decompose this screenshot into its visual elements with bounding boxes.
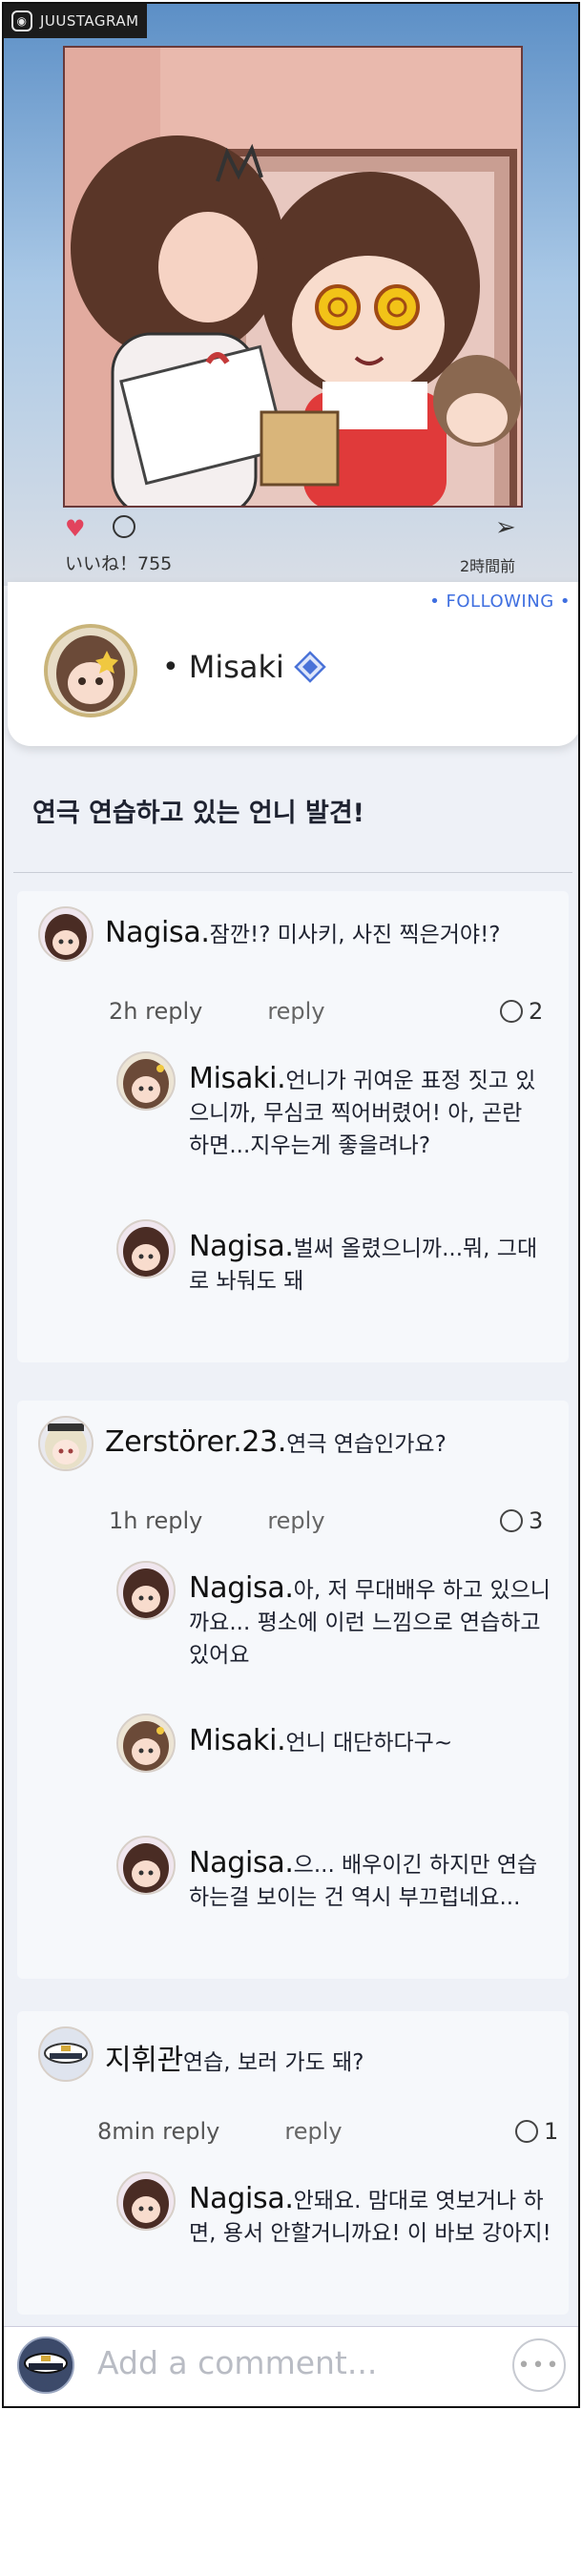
reply-count[interactable]: 2 bbox=[500, 998, 543, 1025]
commenter-name[interactable]: Misaki. bbox=[189, 1724, 286, 1757]
comment-thread: 지휘관연습, 보러 가도 돼? 8min reply reply 1 Nagis… bbox=[17, 2011, 569, 2315]
avatar-misaki bbox=[118, 1053, 174, 1109]
reply-body: Misaki.언니가 귀여운 표정 짓고 있으니까, 무심코 찍어버렸어! 아,… bbox=[189, 1063, 542, 1162]
chat-bubble-icon[interactable]: ••• bbox=[512, 2338, 566, 2392]
reply: Nagisa.으... 배우이긴 하지만 연습하는걸 보이는 건 역시 부끄럽네… bbox=[116, 1836, 555, 1914]
post-illustration bbox=[65, 48, 521, 506]
avatar-illustration bbox=[48, 628, 134, 714]
author-card: • FOLLOWING • • Misaki bbox=[8, 582, 578, 746]
avatar[interactable] bbox=[116, 1714, 176, 1773]
reply-button[interactable]: reply bbox=[267, 998, 324, 1025]
post-caption: 연극 연습하고 있는 언니 발견! bbox=[32, 799, 364, 828]
heart-icon[interactable]: ♥ bbox=[65, 515, 86, 542]
divider bbox=[13, 872, 572, 873]
comment-meta: 8min reply reply 1 bbox=[97, 2118, 558, 2145]
reply: Nagisa.안돼요. 맘대로 엿보거나 하면, 용서 안할거니까요! 이 바보… bbox=[116, 2171, 555, 2250]
comment-meta: 1h reply reply 3 bbox=[109, 1507, 548, 1534]
commenter-name[interactable]: 지휘관 bbox=[105, 2044, 183, 2077]
post-actions: ♥ ➢ いいね！755 2時間前 bbox=[4, 508, 578, 586]
avatar[interactable] bbox=[116, 1561, 176, 1620]
comment-thread: Zerstörer.23.연극 연습인가요? 1h reply reply 3 … bbox=[17, 1401, 569, 1979]
app-badge: ◉ JUUSTAGRAM bbox=[4, 4, 147, 38]
commenter-name[interactable]: Nagisa. bbox=[189, 2182, 294, 2215]
comment-icon[interactable] bbox=[113, 515, 135, 538]
reply: Misaki.언니가 귀여운 표정 짓고 있으니까, 무심코 찍어버렸어! 아,… bbox=[116, 1051, 555, 1162]
comment: Nagisa.잠깐!? 미사키, 사진 찍은거야!? bbox=[38, 906, 501, 962]
reply-body: Nagisa.벌써 올렸으니까...뭐, 그대로 놔둬도 돼 bbox=[189, 1231, 542, 1298]
comment: Zerstörer.23.연극 연습인가요? bbox=[38, 1416, 447, 1471]
app-logo-icon: ◉ bbox=[11, 10, 32, 31]
comment-time: 8min reply bbox=[97, 2118, 220, 2145]
avatar[interactable] bbox=[116, 2171, 176, 2231]
author-name-row: • Misaki bbox=[162, 649, 326, 685]
avatar-commander bbox=[19, 2338, 73, 2392]
avatar-nagisa bbox=[118, 2173, 174, 2229]
post-time: 2時間前 bbox=[460, 557, 516, 575]
avatar-nagisa bbox=[118, 1838, 174, 1893]
commenter-name[interactable]: Zerstörer.23. bbox=[105, 1425, 286, 1459]
avatar-nagisa bbox=[118, 1563, 174, 1618]
commenter-name[interactable]: Nagisa. bbox=[189, 1230, 294, 1263]
comment-bar: Add a comment... ••• bbox=[4, 2326, 578, 2406]
post-header-background: ◉ JUUSTAGRAM ♥ ➢ いいね！755 2時間前 bbox=[4, 4, 578, 586]
comment-text: 언니 대단하다구~ bbox=[285, 1731, 453, 1755]
comment-text: 잠깐!? 미사키, 사진 찍은거야!? bbox=[209, 923, 501, 947]
reply-count-value: 3 bbox=[529, 1507, 544, 1534]
avatar[interactable] bbox=[38, 2026, 94, 2082]
author-avatar[interactable] bbox=[44, 624, 137, 717]
reply: Misaki.언니 대단하다구~ bbox=[116, 1714, 555, 1773]
comment: 지휘관연습, 보러 가도 돼? bbox=[38, 2026, 364, 2082]
reply-button[interactable]: reply bbox=[267, 1507, 324, 1534]
comment-text: 연극 연습인가요? bbox=[286, 1432, 447, 1457]
verified-diamond-icon bbox=[294, 651, 326, 683]
reply-body: Nagisa.안돼요. 맘대로 엿보거나 하면, 용서 안할거니까요! 이 바보… bbox=[189, 2183, 551, 2250]
avatar[interactable] bbox=[116, 1219, 176, 1278]
reply-body: Misaki.언니 대단하다구~ bbox=[189, 1725, 551, 1759]
comment-meta: 2h reply reply 2 bbox=[109, 998, 548, 1025]
following-label[interactable]: • FOLLOWING • bbox=[429, 592, 571, 612]
comment-time: 1h reply bbox=[109, 1507, 203, 1534]
commenter-name[interactable]: Nagisa. bbox=[189, 1846, 294, 1880]
avatar-zerstorer bbox=[40, 1418, 92, 1469]
avatar-commander bbox=[40, 2028, 92, 2080]
reply-body: Nagisa.으... 배우이긴 하지만 연습하는걸 보이는 건 역시 부끄럽네… bbox=[189, 1847, 551, 1914]
commenter-name[interactable]: Nagisa. bbox=[105, 916, 210, 949]
reply-button[interactable]: reply bbox=[284, 2118, 342, 2145]
reply: Nagisa.아, 저 무대배우 하고 있으니까요... 평소에 이런 느낌으로… bbox=[116, 1561, 555, 1672]
reply-body: Nagisa.아, 저 무대배우 하고 있으니까요... 평소에 이런 느낌으로… bbox=[189, 1572, 551, 1672]
post-image[interactable] bbox=[63, 46, 523, 508]
comment-text: 연습, 보러 가도 돼? bbox=[182, 2050, 364, 2075]
avatar-nagisa bbox=[118, 1221, 174, 1277]
avatar[interactable] bbox=[116, 1051, 176, 1111]
speech-bubble-icon bbox=[500, 1509, 523, 1532]
reply-count-value: 2 bbox=[529, 998, 544, 1025]
comment-time: 2h reply bbox=[109, 998, 203, 1025]
speech-bubble-icon bbox=[515, 2120, 538, 2143]
phone-frame: ◉ JUUSTAGRAM ♥ ➢ いいね！755 2時間前 • FOLLOWIN… bbox=[2, 2, 580, 2408]
avatar[interactable] bbox=[38, 1416, 94, 1471]
reply-count[interactable]: 3 bbox=[500, 1507, 543, 1534]
reply-count[interactable]: 1 bbox=[515, 2118, 558, 2145]
avatar-misaki bbox=[118, 1715, 174, 1771]
reply-count-value: 1 bbox=[544, 2118, 559, 2145]
avatar-nagisa bbox=[40, 908, 92, 960]
commenter-name[interactable]: Misaki. bbox=[189, 1062, 286, 1095]
bullet-dot: • bbox=[162, 650, 179, 684]
comment-thread: Nagisa.잠깐!? 미사키, 사진 찍은거야!? 2h reply repl… bbox=[17, 891, 569, 1362]
speech-bubble-icon bbox=[500, 1000, 523, 1023]
commenter-name[interactable]: Nagisa. bbox=[189, 1571, 294, 1605]
send-icon[interactable]: ➢ bbox=[495, 513, 516, 542]
avatar[interactable] bbox=[17, 2337, 74, 2394]
author-name[interactable]: Misaki bbox=[189, 649, 284, 685]
app-name: JUUSTAGRAM bbox=[40, 12, 139, 30]
comment-input[interactable]: Add a comment... bbox=[97, 2344, 377, 2381]
like-count: いいね！755 bbox=[65, 553, 173, 574]
avatar[interactable] bbox=[38, 906, 94, 962]
avatar[interactable] bbox=[116, 1836, 176, 1895]
reply: Nagisa.벌써 올렸으니까...뭐, 그대로 놔둬도 돼 bbox=[116, 1219, 555, 1298]
